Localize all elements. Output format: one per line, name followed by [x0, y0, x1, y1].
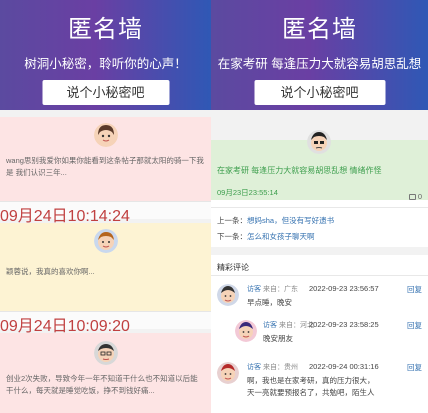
wall-list-pane: 匿名墙 树洞小秘密，聆听你的心声！ 说个小秘密吧 wang思别我爱你如果你能看到… [0, 0, 211, 413]
post-text-line: 干什么，每天就是睡觉吃饭，挣不到钱好痛... [6, 386, 155, 395]
post-secret-button[interactable]: 说个小秘密吧 [254, 80, 385, 105]
prev-post-link[interactable]: 想妈sha，但没有写好遗书 [247, 216, 334, 225]
section-title: 精彩评论 [217, 263, 249, 272]
wall-header: 匿名墙 在家考研 每逢压力大就容易胡思乱想 说个小秘密吧 [211, 0, 428, 110]
post-text: wang思别我爱你如果你能看到这条帖子那就太阳的骑一下我 是 我们认识三年... [6, 155, 207, 179]
reply-button[interactable]: 回复 [407, 362, 422, 373]
post-detail-pane: 匿名墙 在家考研 每逢压力大就容易胡思乱想 说个小秘密吧 在家考研 每逢压力大就… [211, 0, 428, 413]
commenter-nick[interactable]: 访客 [247, 286, 261, 293]
comment-body: 啊，我也是在家考研，真的压力很大， [247, 376, 375, 385]
slogan: 树洞小秘密，聆听你的心声！ [24, 57, 187, 71]
post-secret-button[interactable]: 说个小秘密吧 [42, 80, 169, 105]
commenter-nick[interactable]: 访客 [247, 364, 261, 371]
post-text: 颖蓉说，我真的喜欢你啊... [6, 266, 207, 278]
next-label: 下一条： [217, 232, 247, 241]
wall-header: 匿名墙 树洞小秘密，聆听你的心声！ 说个小秘密吧 [0, 0, 211, 110]
avatar [307, 130, 331, 154]
reply-button[interactable]: 回复 [407, 320, 422, 331]
comment-item: 访客 来自：贵州 2022-09-24 00:31:16 回复 啊，我也是在家考… [217, 362, 427, 410]
post-card[interactable]: 颖蓉说，我真的喜欢你啊... [0, 223, 211, 313]
commenter-nick[interactable]: 访客 [263, 322, 277, 329]
comment-date: 2022-09-23 23:58:25 [309, 320, 379, 329]
post-text-line: wang思别我爱你如果你能看到这条帖子那就太阳的骑一下我 [6, 156, 204, 165]
divider [211, 275, 428, 276]
post-text: 在家考研 每逢压力大就容易胡思乱想 情绪作怪 [217, 166, 382, 175]
post-text: 创业2次失败，导致今年一年不知道干什么也不知道以后能 干什么，每天就是睡觉吃饭，… [6, 373, 207, 397]
commenter-location: 来自：广东 [262, 286, 298, 293]
commenter: 访客 来自：贵州 [247, 362, 298, 372]
post-card[interactable]: wang思别我爱你如果你能看到这条帖子那就太阳的骑一下我 是 我们认识三年...… [0, 117, 211, 217]
next-post: 下一条：怎么和女孩子聊天啊 [217, 231, 315, 242]
comment-body: 早点睡，晚安 [247, 298, 292, 307]
comment-item: 访客 来自：河北 2022-09-23 23:58:25 回复 晚安朋友 [235, 320, 427, 350]
brand-title: 匿名墙 [282, 16, 357, 43]
comment-body: 天一亮就要预报名了，共勉吧，陌生人 [247, 388, 375, 397]
avatar [235, 320, 257, 342]
prev-post: 上一条：想妈sha，但没有写好遗书 [217, 215, 334, 226]
avatar [93, 341, 118, 365]
commenter: 访客 来自：河北 [263, 320, 314, 330]
commenter: 访客 来自：广东 [247, 284, 298, 294]
post-footer: 09月24日10:14:24 0 [0, 201, 211, 243]
comment-icon [408, 194, 416, 200]
comment-count[interactable]: 0 [408, 192, 422, 201]
post-text-line: 颖蓉说，我真的喜欢你啊... [6, 267, 95, 276]
comment-date: 2022-09-24 00:31:16 [309, 362, 379, 371]
post-card[interactable]: 创业2次失败，导致今年一年不知道干什么也不知道以后能 干什么，每天就是睡觉吃饭，… [0, 333, 211, 413]
comment-count-value: 0 [417, 192, 422, 201]
comment-body: 晚安朋友 [263, 334, 293, 343]
avatar [217, 362, 239, 384]
avatar [217, 284, 239, 306]
reply-button[interactable]: 回复 [407, 284, 422, 295]
post-footer: 09月24日10:09:20 0 [0, 311, 211, 353]
post-text-line: 是 我们认识三年... [6, 168, 67, 177]
post-time: 09月23日23:55:14 [217, 188, 278, 197]
brand-title: 匿名墙 [68, 16, 143, 43]
next-post-link[interactable]: 怎么和女孩子聊天啊 [247, 232, 315, 241]
comment-date: 2022-09-23 23:56:57 [309, 284, 379, 293]
comment-item: 访客 来自：广东 2022-09-23 23:56:57 回复 早点睡，晚安 [217, 284, 427, 314]
slogan: 在家考研 每逢压力大就容易胡思乱想 [217, 57, 422, 71]
section-gap [211, 247, 428, 255]
post-text-line: 创业2次失败，导致今年一年不知道干什么也不知道以后能 [6, 374, 198, 383]
prev-label: 上一条： [217, 216, 247, 225]
post-card-detail: 在家考研 每逢压力大就容易胡思乱想 情绪作怪 09月23日23:55:14 [211, 130, 428, 200]
avatar [93, 123, 118, 147]
divider [211, 207, 428, 208]
commenter-location: 来自：贵州 [262, 364, 298, 371]
avatar [93, 229, 118, 253]
